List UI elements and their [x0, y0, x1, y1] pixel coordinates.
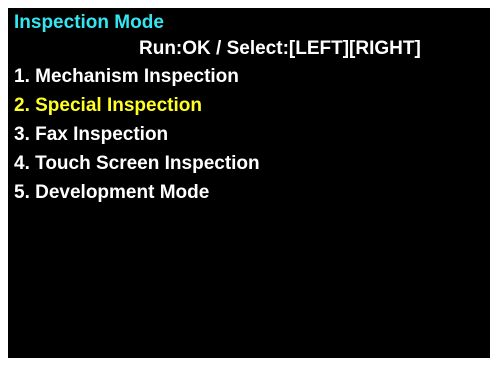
- inspection-menu: 1. Mechanism Inspection 2. Special Inspe…: [14, 63, 260, 208]
- menu-item-fax-inspection[interactable]: 3. Fax Inspection: [14, 121, 260, 150]
- menu-item-touch-screen-inspection[interactable]: 4. Touch Screen Inspection: [14, 150, 260, 179]
- menu-item-development-mode[interactable]: 5. Development Mode: [14, 179, 260, 208]
- inspection-screen: Inspection Mode Run:OK / Select:[LEFT][R…: [8, 8, 490, 358]
- menu-item-mechanism-inspection[interactable]: 1. Mechanism Inspection: [14, 63, 260, 92]
- screen-title: Inspection Mode: [14, 12, 164, 33]
- key-instructions: Run:OK / Select:[LEFT][RIGHT]: [139, 38, 421, 59]
- menu-item-special-inspection[interactable]: 2. Special Inspection: [14, 92, 260, 121]
